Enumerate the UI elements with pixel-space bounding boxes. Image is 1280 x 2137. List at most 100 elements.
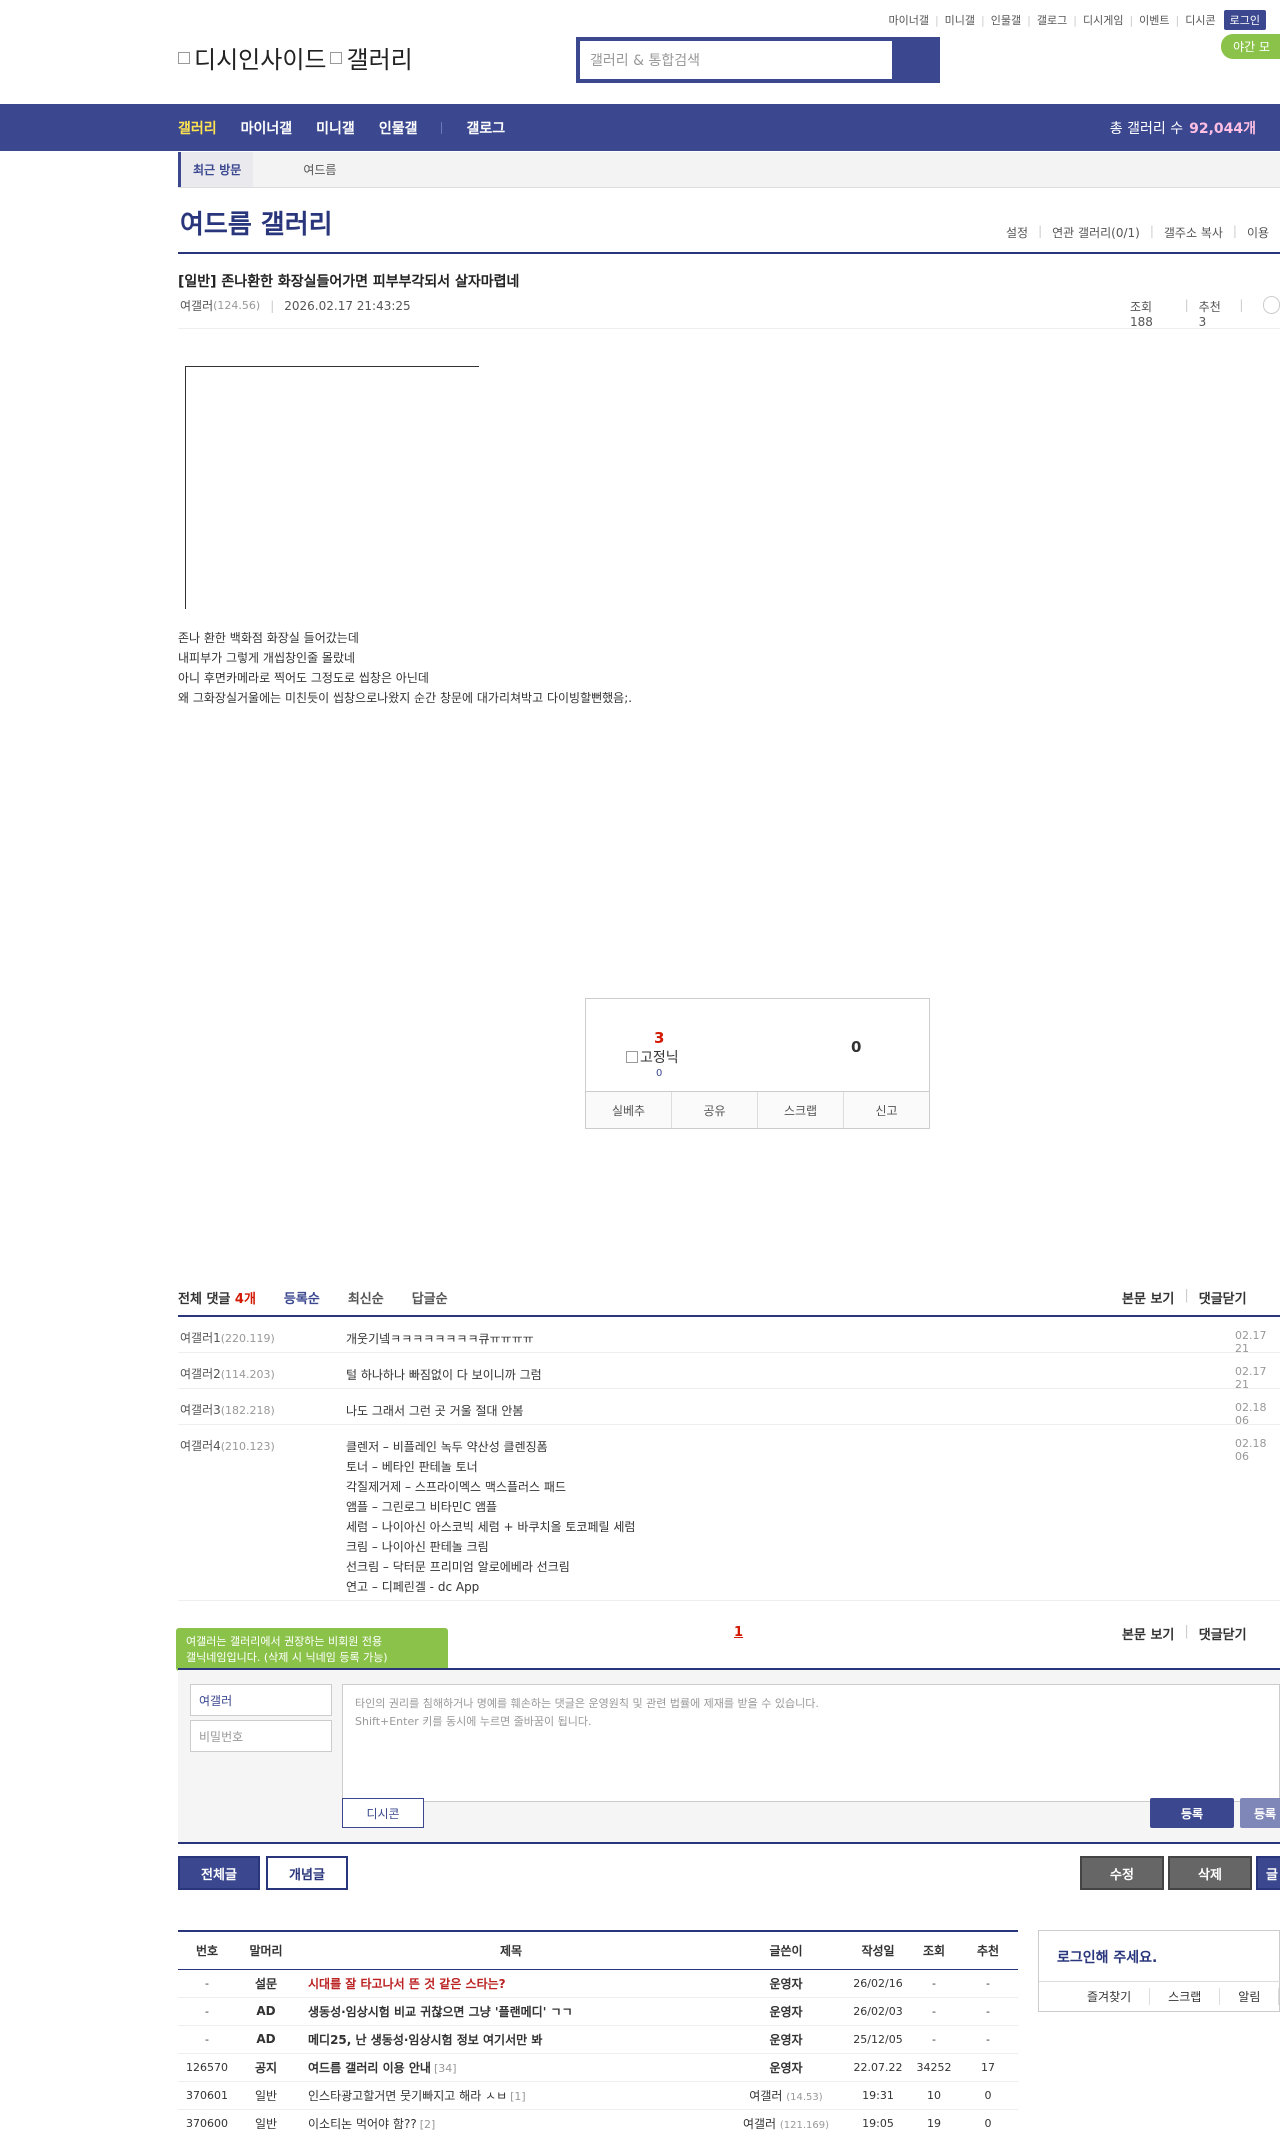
gallery-title[interactable]: 여드름 갤러리: [180, 204, 333, 241]
gnb-gallog[interactable]: 갤로그: [466, 118, 505, 138]
register-recommend-button[interactable]: 등록: [1240, 1798, 1280, 1828]
search-bar: 갤러리 & 통합검색: [576, 37, 940, 83]
comment-row: 여갤러3(182.218) 나도 그래서 그런 곳 거울 절대 안봄 02.18…: [178, 1389, 1280, 1427]
gallery-count: 총 갤러리 수 92,044개: [1110, 104, 1256, 151]
all-posts-button[interactable]: 전체글: [178, 1856, 260, 1890]
view-body-button[interactable]: 본문 보기: [1122, 1624, 1174, 1643]
global-nav: 갤러리 마이너갤 미니갤 인물갤 갤로그 총 갤러리 수 92,044개: [0, 104, 1280, 151]
logo-alt-gallery: 갤러리: [346, 46, 413, 74]
report-button[interactable]: 신고: [843, 1092, 929, 1128]
top-link-mini[interactable]: 미니갤: [945, 12, 975, 28]
guest-nick-tooltip: 여갤러는 갤러리에서 권장하는 비회원 전용 갤닉네임입니다. (삭제 시 닉네…: [176, 1628, 448, 1671]
post-author[interactable]: 여갤러: [180, 297, 213, 314]
post-link[interactable]: 생동성·임상시험 비교 귀찮으면 그냥 '플랜메디' ㄱㄱ: [296, 1997, 726, 2026]
scrap-link[interactable]: 스크랩: [1150, 1988, 1221, 2005]
scrap-button[interactable]: 스크랩: [757, 1092, 843, 1128]
comment-nick[interactable]: 여갤러2(114.203): [180, 1365, 275, 1382]
comment-controls-bottom: 본문 보기 | 댓글닫기: [1122, 1624, 1247, 1643]
broken-image-icon: [626, 1051, 638, 1063]
comment-date: 02.17 21: [1235, 1329, 1267, 1355]
table-row[interactable]: 370601 일반 인스타광고할거면 뭇기빠지고 해라 ㅅㅂ [1] 여갤러 (1…: [178, 2081, 1018, 2110]
comment-nick[interactable]: 여갤러4(210.123): [180, 1437, 275, 1454]
register-button[interactable]: 등록: [1150, 1798, 1234, 1828]
post-link[interactable]: 여드름 갤러리 이용 안내 [34]: [296, 2053, 726, 2082]
col-writer: 글쓴이: [726, 1930, 846, 1970]
logo[interactable]: 디시인사이드 갤러리: [178, 40, 413, 75]
sort-replies[interactable]: 답글순: [412, 1288, 448, 1307]
col-number: 번호: [178, 1930, 236, 1970]
table-row[interactable]: - AD 메디25, 난 생동성·임상시험 정보 여기서만 봐 운영자 25/1…: [178, 2025, 1018, 2054]
share-button[interactable]: 공유: [671, 1092, 757, 1128]
post-link[interactable]: 이소티논 먹어야 함?? [2]: [296, 2109, 726, 2137]
recent-visit-item[interactable]: 여드름: [303, 161, 336, 178]
search-button[interactable]: [892, 41, 936, 79]
gnb-person[interactable]: 인물갤: [379, 118, 418, 138]
night-mode-toggle[interactable]: 야간 모: [1221, 34, 1280, 59]
more-icon[interactable]: [1263, 296, 1280, 314]
notifications-link[interactable]: 알림: [1220, 1988, 1280, 2005]
comment-textarea[interactable]: 타인의 권리를 침해하거나 명예를 훼손하는 댓글은 운영원칙 및 관련 법률에…: [342, 1684, 1280, 1802]
col-date: 작성일: [846, 1930, 910, 1970]
col-views: 조회: [910, 1930, 958, 1970]
col-title: 제목: [296, 1930, 726, 1970]
concept-posts-button[interactable]: 개념글: [266, 1856, 348, 1890]
post-link[interactable]: 시대를 잘 타고나서 뜬 것 같은 스타는?: [296, 1969, 726, 1998]
comment-total: 전체 댓글 4개: [178, 1292, 256, 1307]
top-link-dccon[interactable]: 디시콘: [1185, 12, 1215, 28]
sort-registered[interactable]: 등록순: [284, 1288, 320, 1307]
post-body-line: 존나 환한 백화점 화장실 들어갔는데: [178, 631, 359, 645]
delete-button[interactable]: 삭제: [1168, 1856, 1252, 1890]
comment-text: 털 하나하나 빠짐없이 다 보이니까 그럼: [346, 1368, 542, 1382]
recommend-box: 3 고정닉 0 0 실베추 공유 스크랩 신고: [585, 998, 930, 1129]
comment-write-box: 여갤러 비밀번호 타인의 권리를 침해하거나 명예를 훼손하는 댓글은 운영원칙…: [178, 1670, 1280, 1842]
recent-visit-label[interactable]: 최근 방문: [178, 152, 254, 187]
recommend-up-count[interactable]: 3: [654, 1029, 664, 1047]
dccon-button[interactable]: 디시콘: [342, 1798, 424, 1828]
post-body-line: 아니 후면카메라로 찍어도 그정도로 씹창은 아닌데: [178, 671, 429, 685]
gallery-settings[interactable]: 설정: [1006, 224, 1028, 241]
edit-button[interactable]: 수정: [1080, 1856, 1164, 1890]
gallery-count-label: 총 갤러리 수: [1109, 120, 1184, 137]
post-image: [185, 366, 479, 609]
post-meta: 여갤러 (124.56) | 2026.02.17 21:43:25: [180, 297, 411, 314]
copy-gallery-url[interactable]: 갤주소 복사: [1164, 224, 1223, 241]
post-author-ip: (124.56): [213, 299, 261, 312]
comment-nick[interactable]: 여갤러3(182.218): [180, 1401, 275, 1418]
view-body-button[interactable]: 본문 보기: [1122, 1288, 1174, 1307]
gallery-usage[interactable]: 이용: [1247, 224, 1269, 241]
gnb-mini[interactable]: 미니갤: [316, 118, 355, 138]
write-button[interactable]: 글: [1256, 1856, 1280, 1890]
top-link-game[interactable]: 디시게임: [1083, 12, 1123, 28]
post-link[interactable]: 인스타광고할거면 뭇기빠지고 해라 ㅅㅂ [1]: [296, 2081, 726, 2110]
comment-nick[interactable]: 여갤러1(220.119): [180, 1329, 275, 1346]
post-views: 조회 188: [1130, 300, 1153, 329]
login-prompt[interactable]: 로그인해 주세요.: [1057, 1947, 1157, 1967]
post-title: [일반] 존나환한 화장실들어가면 피부부각되서 살자마렵네: [178, 274, 520, 290]
gnb-minor[interactable]: 마이너갤: [241, 118, 293, 138]
post-body: 존나 환한 백화점 화장실 들어갔는데 내피부가 그렇게 개씹창인줄 몰랐네 아…: [178, 628, 632, 708]
favorites-link[interactable]: 즐겨찾기: [1039, 1988, 1151, 2005]
sort-latest[interactable]: 최신순: [348, 1288, 384, 1307]
comment-page-1[interactable]: 1: [734, 1625, 743, 1640]
post-body-line: 왜 그화장실거울에는 미친듯이 씹창으로나왔지 순간 창문에 대가리쳐박고 다이…: [178, 691, 633, 705]
password-field[interactable]: 비밀번호: [190, 1720, 332, 1752]
top-link-gallog[interactable]: 갤로그: [1037, 12, 1067, 28]
search-input[interactable]: 갤러리 & 통합검색: [580, 41, 892, 79]
login-button[interactable]: 로그인: [1223, 10, 1266, 30]
top-link-person[interactable]: 인물갤: [991, 12, 1021, 28]
table-row[interactable]: 126570 공지 여드름 갤러리 이용 안내 [34] 운영자 22.07.22…: [178, 2053, 1018, 2082]
recommend-down-count[interactable]: 0: [851, 1038, 861, 1056]
top-link-minor[interactable]: 마이너갤: [888, 12, 928, 28]
related-gallery[interactable]: 연관 갤러리(0/1): [1052, 224, 1140, 241]
close-comments-button[interactable]: 댓글닫기: [1199, 1288, 1247, 1307]
recent-visit-bar: 최근 방문 여드름: [178, 152, 1280, 188]
table-row[interactable]: 370600 일반 이소티논 먹어야 함?? [2] 여갤러 (121.169) …: [178, 2109, 1018, 2137]
close-comments-button[interactable]: 댓글닫기: [1199, 1624, 1247, 1643]
table-row[interactable]: - 설문 시대를 잘 타고나서 뜬 것 같은 스타는? 운영자 26/02/16…: [178, 1969, 1018, 1998]
post-link[interactable]: 메디25, 난 생동성·임상시험 정보 여기서만 봐: [296, 2025, 726, 2054]
table-row[interactable]: - AD 생동성·임상시험 비교 귀찮으면 그냥 '플랜메디' ㄱㄱ 운영자 2…: [178, 1997, 1018, 2026]
gnb-gallery[interactable]: 갤러리: [178, 118, 217, 138]
silbechu-button[interactable]: 실베추: [586, 1092, 671, 1128]
top-link-event[interactable]: 이벤트: [1139, 12, 1169, 28]
nickname-field[interactable]: 여갤러: [190, 1684, 332, 1716]
